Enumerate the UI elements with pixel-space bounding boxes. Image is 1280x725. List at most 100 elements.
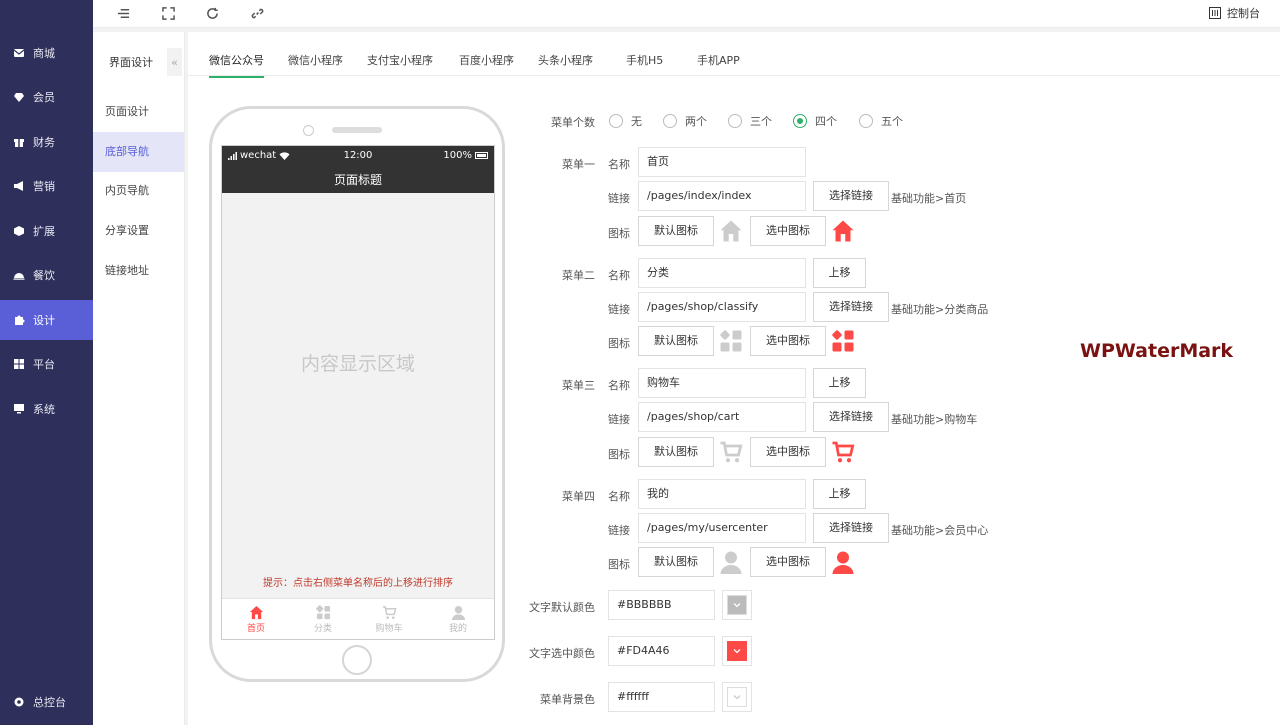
tabbar-label: 购物车 [375,624,403,634]
sidebar-item-mall[interactable]: 商城 [0,33,93,73]
sub-item-bottom-nav[interactable]: 底部导航 [93,132,184,172]
category-icon [718,328,744,354]
text-default-color-input[interactable]: #BBBBBB [608,590,715,620]
radio-menu-count-four[interactable]: 四个 [793,113,837,129]
menu-4-select-link-button[interactable]: 选择链接 [813,513,889,543]
category-icon [315,605,330,620]
watermark: WPWaterMark [1080,340,1234,362]
menu-3-selected-icon-button[interactable]: 选中图标 [750,437,826,467]
tabbar-label: 我的 [448,624,467,634]
menu-3-select-link-button[interactable]: 选择链接 [813,402,889,432]
refresh-icon[interactable] [204,5,220,21]
menu-3-default-icon-button[interactable]: 默认图标 [638,437,714,467]
radio-menu-count-none[interactable]: 无 [609,113,642,129]
sidebar-item-system[interactable]: 系统 [0,389,93,429]
phone-status-bar: wechat 12:00 100% 页面标题 [222,146,494,193]
sub-sidebar: 界面设计 « 页面设计 底部导航 内页导航 分享设置 链接地址 [93,32,185,725]
link-icon[interactable] [249,5,265,21]
tabbar-item-home[interactable]: 首页 [226,605,286,634]
content-placeholder: 内容显示区域 [300,353,415,375]
menu-4-name-input[interactable]: 我的 [638,479,806,509]
menu-bg-color-input[interactable]: #ffffff [608,682,715,712]
radio-label: 三个 [750,115,772,128]
menu-bg-color-label: 菜单背景色 [540,693,595,706]
menu-bg-color-picker[interactable] [722,682,752,712]
menu-3-label: 菜单三 [562,379,595,392]
menu-3-link-input[interactable]: /pages/shop/cart [638,402,806,432]
sidebar-item-finance[interactable]: 财务 [0,122,93,162]
sub-item-inner-nav[interactable]: 内页导航 [93,171,184,211]
puzzle-icon [13,314,25,326]
sidebar-item-catering[interactable]: 餐饮 [0,255,93,295]
radio-dot [663,114,677,128]
grid-icon [13,358,25,370]
menu-2-selected-icon-button[interactable]: 选中图标 [750,326,826,356]
menu-4-selected-icon-button[interactable]: 选中图标 [750,547,826,577]
radio-label: 四个 [815,115,837,128]
menu-2-name-input[interactable]: 分类 [638,258,806,288]
sidebar-item-marketing[interactable]: 营销 [0,166,93,206]
cart-icon [382,606,397,619]
radio-label: 两个 [685,115,707,128]
sidebar-item-member[interactable]: 会员 [0,77,93,117]
subside-title: 界面设计 [109,56,153,69]
chevron-down-icon [733,603,741,608]
menu-3-move-up-button[interactable]: 上移 [813,368,866,398]
menu-1-name-input[interactable]: 首页 [638,147,806,177]
menu-1-selected-icon-button[interactable]: 选中图标 [750,216,826,246]
sidebar-item-platform[interactable]: 平台 [0,344,93,384]
main-sidebar: 商城 会员 财务 营销 扩展 餐饮 设计 平台 系统 总控台 [0,0,93,725]
menu-4-move-up-button[interactable]: 上移 [813,479,866,509]
sidebar-item-label: 商城 [33,47,55,60]
text-selected-color-picker[interactable] [722,636,752,666]
menu-4-default-icon-button[interactable]: 默认图标 [638,547,714,577]
tab-toutiao-mini[interactable]: 头条小程序 [538,52,593,76]
tabbar-item-category[interactable]: 分类 [293,605,353,634]
menu-1-link-input[interactable]: /pages/index/index [638,181,806,211]
tab-mobile-app[interactable]: 手机APP [697,52,740,76]
menu-1-select-link-button[interactable]: 选择链接 [813,181,889,211]
sidebar-item-label: 营销 [33,180,55,193]
sidebar-item-master-console[interactable]: 总控台 [0,682,93,722]
menu-1-default-icon-button[interactable]: 默认图标 [638,216,714,246]
tabbar-item-cart[interactable]: 购物车 [359,605,419,634]
text-selected-color-label: 文字选中颜色 [529,647,595,660]
cloche-icon [13,269,25,281]
radio-menu-count-two[interactable]: 两个 [663,113,707,129]
color-swatch-fill [727,687,747,707]
radio-menu-count-three[interactable]: 三个 [728,113,772,129]
collapse-button[interactable]: « [167,48,182,76]
console-button[interactable]: 控制台 [1209,5,1260,21]
radio-menu-count-five[interactable]: 五个 [859,113,903,129]
menu-4-link-input[interactable]: /pages/my/usercenter [638,513,806,543]
menu-3-link-path: 基础功能>购物车 [891,413,978,426]
sub-item-link-address[interactable]: 链接地址 [93,251,184,291]
tab-alipay-mini[interactable]: 支付宝小程序 [367,52,433,76]
tabbar-item-mine[interactable]: 我的 [428,605,488,634]
menu-2-link-input[interactable]: /pages/shop/classify [638,292,806,322]
text-selected-color-input[interactable]: #FD4A46 [608,636,715,666]
fullscreen-icon[interactable] [160,5,176,21]
text-default-color-picker[interactable] [722,590,752,620]
sidebar-item-design[interactable]: 设计 [0,300,93,340]
gift-icon [13,136,25,148]
tabbar-label: 分类 [313,624,332,634]
tab-baidu-mini[interactable]: 百度小程序 [459,52,514,76]
menu-3-name-input[interactable]: 购物车 [638,368,806,398]
radio-dot [728,114,742,128]
sidebar-item-extend[interactable]: 扩展 [0,211,93,251]
menu-2-move-up-button[interactable]: 上移 [813,258,866,288]
sub-item-share-settings[interactable]: 分享设置 [93,211,184,251]
menu-2-default-icon-button[interactable]: 默认图标 [638,326,714,356]
sliders-icon [1209,7,1221,19]
phone-preview: wechat 12:00 100% 页面标题 内容显示区域 提示：点击右侧菜单名… [209,106,505,682]
tab-mobile-h5[interactable]: 手机H5 [626,52,663,76]
radio-dot [793,114,807,128]
sub-item-page-design[interactable]: 页面设计 [93,92,184,132]
tab-wechat-official[interactable]: 微信公众号 [209,52,264,78]
menu-toggle-icon[interactable] [115,5,131,21]
link-label: 链接 [608,192,630,205]
menu-2-select-link-button[interactable]: 选择链接 [813,292,889,322]
link-label: 链接 [608,524,630,537]
tab-wechat-mini[interactable]: 微信小程序 [288,52,343,76]
